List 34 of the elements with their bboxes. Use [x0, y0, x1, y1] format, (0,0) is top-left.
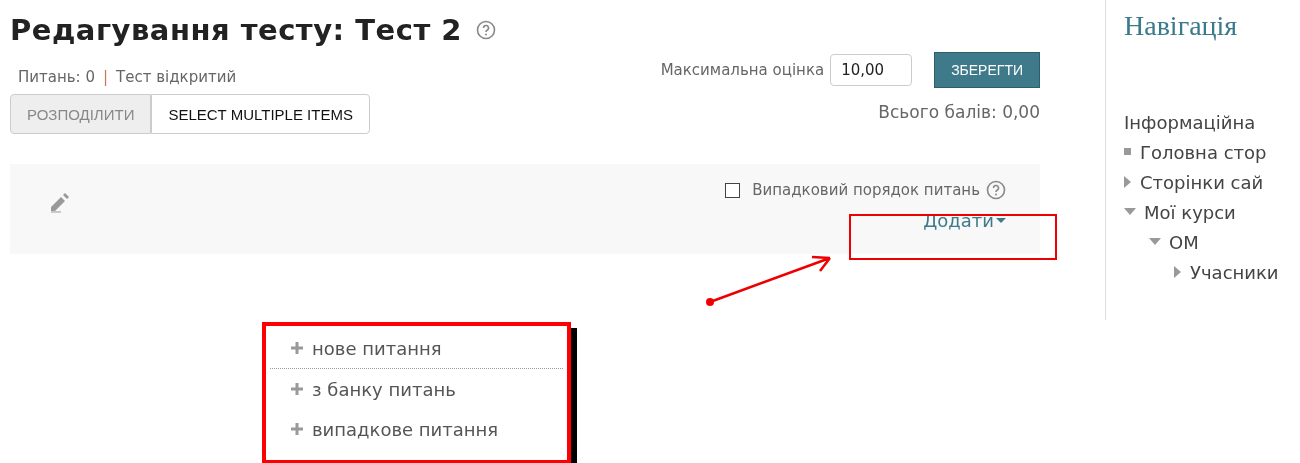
- plus-icon: [290, 422, 304, 436]
- nav-item[interactable]: Учасники: [1174, 257, 1300, 287]
- toolbar-button[interactable]: SELECT MULTIPLE ITEMS: [151, 94, 370, 134]
- caret-right-icon: [1124, 176, 1132, 188]
- help-icon[interactable]: [476, 20, 496, 40]
- plus-icon: [290, 382, 304, 396]
- caret-right-icon: [1174, 266, 1182, 278]
- shuffle-label: Випадковий порядок питань: [752, 181, 980, 199]
- nav-item[interactable]: ОМ: [1149, 227, 1300, 257]
- max-grade-label: Максимальна оцінка: [660, 61, 825, 79]
- nav-heading: Інформаційна: [1124, 112, 1257, 133]
- add-link[interactable]: Додати: [923, 210, 1006, 231]
- menu-item[interactable]: з банку питань: [270, 369, 563, 409]
- help-icon[interactable]: [986, 180, 1006, 200]
- nav-item[interactable]: Мої курси: [1124, 197, 1300, 227]
- checkbox[interactable]: [725, 182, 741, 198]
- nav-item[interactable]: Головна стор: [1124, 137, 1300, 167]
- nav-title: Навігація: [1124, 10, 1239, 42]
- max-grade-field[interactable]: 10,00: [830, 54, 913, 86]
- menu-item[interactable]: нове питання: [270, 328, 563, 368]
- total-marks: Всього балів: 0,00: [878, 102, 1040, 122]
- separator: |: [103, 68, 109, 86]
- bullet-icon: [1124, 148, 1132, 156]
- plus-icon: [290, 341, 304, 355]
- save-button[interactable]: ЗБЕРЕГТИ: [934, 52, 1040, 88]
- nav-item[interactable]: Сторінки сай: [1124, 167, 1300, 197]
- caret-down-icon: [1149, 238, 1161, 246]
- caret-down-icon: [996, 217, 1006, 224]
- page-title: Редагування тесту: Тест 2: [10, 13, 462, 47]
- pencil-icon[interactable]: [48, 192, 70, 214]
- quiz-status: Тест відкритий: [116, 68, 237, 86]
- question-count: Питань: 0: [18, 68, 95, 86]
- caret-down-icon: [1124, 208, 1136, 216]
- menu-item[interactable]: випадкове питання: [270, 409, 563, 449]
